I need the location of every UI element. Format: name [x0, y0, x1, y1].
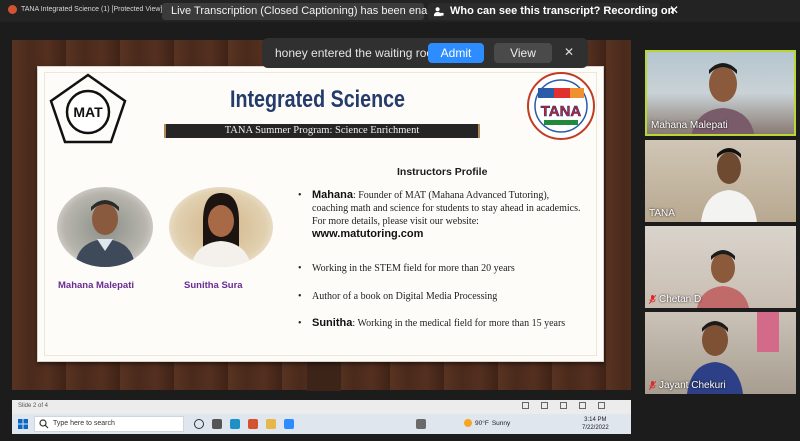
person-photo-icon: [75, 200, 135, 267]
taskbar-clock[interactable]: 3:14 PM 7/22/2022: [582, 416, 609, 432]
zoom-icon[interactable]: [284, 419, 294, 429]
waiting-room-message: honey entered the waiting room: [275, 46, 444, 60]
weather-desc: Sunny: [491, 419, 511, 427]
taskbar-search-input[interactable]: Type here to search: [34, 416, 184, 432]
close-notification-button[interactable]: ✕: [562, 45, 576, 59]
cortana-icon[interactable]: [194, 419, 204, 429]
slide-title: Integrated Science: [230, 86, 406, 113]
waiting-room-notification: honey entered the waiting room Admit Vie…: [262, 38, 588, 68]
person-lock-icon: [433, 7, 444, 17]
bullet-text: Author of a book on Digital Media Proces…: [312, 291, 498, 302]
slide-number: Slide 2 of 4: [18, 403, 49, 409]
view-button[interactable]: View: [494, 43, 552, 63]
slide-sorter-icon[interactable]: [579, 402, 586, 409]
clock-time: 3:14 PM: [584, 417, 607, 423]
who-can-see-link[interactable]: Who can see this transcript? Recording o…: [428, 3, 674, 20]
instructors-profile-heading: Instructors Profile: [397, 166, 488, 178]
bullet-bold: Sunitha: [312, 317, 353, 329]
slide-stand: [307, 361, 341, 391]
screen: TANA Integrated Science (1) [Protected V…: [0, 0, 800, 441]
ppt-status-bar: Slide 2 of 4: [12, 400, 631, 414]
participant-name: Jayant Chekuri: [649, 380, 726, 391]
bullet-dot: •: [298, 291, 302, 302]
participant-tile[interactable]: Jayant Chekuri: [645, 312, 796, 394]
weather-temp: 90°F: [475, 419, 489, 427]
sun-icon: [464, 419, 472, 427]
top-banner: TANA Integrated Science (1) [Protected V…: [0, 0, 800, 22]
participant-name: TANA: [649, 208, 675, 219]
person-photo-icon: [191, 193, 251, 267]
bullet-dot: •: [298, 263, 302, 274]
reading-view-icon[interactable]: [598, 402, 605, 409]
people-icon[interactable]: [416, 419, 426, 429]
windows-start-icon[interactable]: [18, 419, 28, 429]
instructor-name-mahana: Mahana Malepati: [58, 280, 135, 291]
search-icon: [39, 419, 49, 429]
file-explorer-icon[interactable]: [266, 419, 276, 429]
clock-date: 7/22/2022: [582, 425, 609, 431]
instructor-name-sunitha: Sunitha Sura: [184, 280, 243, 291]
powerpoint-icon: [8, 5, 17, 14]
windows-taskbar: Type here to search 90°F Sunny 3:14 PM 7…: [12, 414, 631, 434]
website-link[interactable]: www.matutoring.com: [312, 228, 423, 240]
participant-tile[interactable]: Mahana Malepati: [645, 50, 796, 136]
bullet-dot: •: [298, 318, 302, 329]
live-transcription-notice: Live Transcription (Closed Captioning) h…: [162, 3, 448, 20]
bullet-body: Mahana: Founder of MAT (Mahana Advanced …: [312, 189, 584, 241]
who-can-see-text: Who can see this transcript? Recording o…: [450, 5, 675, 17]
weather-widget[interactable]: 90°F Sunny: [464, 419, 510, 427]
next-slide-icon[interactable]: [541, 402, 548, 409]
tana-logo-text: TANA: [541, 103, 582, 120]
edge-icon[interactable]: [230, 419, 240, 429]
muted-mic-icon: [649, 295, 656, 304]
powerpoint-taskbar-icon[interactable]: [248, 419, 258, 429]
participant-name: Mahana Malepati: [651, 120, 728, 131]
muted-mic-icon: [649, 381, 656, 390]
mat-logo-text: MAT: [73, 104, 103, 120]
search-placeholder: Type here to search: [53, 420, 115, 427]
bullet-text: Working in the STEM field for more than …: [312, 263, 515, 274]
tana-logo: TANA: [527, 72, 595, 140]
bullet-bold: Mahana: [312, 189, 353, 201]
participant-tile[interactable]: Chetan D: [645, 226, 796, 308]
avatar-mahana: [57, 187, 153, 267]
bullet-dot: •: [298, 190, 302, 201]
participant-name: Chetan D: [649, 294, 701, 305]
close-banner-button[interactable]: ✕: [667, 3, 681, 17]
task-view-icon[interactable]: [212, 419, 222, 429]
bullet-text: : Working in the medical field for more …: [352, 318, 566, 329]
view-controls: [522, 402, 630, 412]
participant-tile[interactable]: TANA: [645, 140, 796, 222]
slide-subtitle: TANA Summer Program: Science Enrichment: [164, 124, 480, 138]
admit-button[interactable]: Admit: [428, 43, 484, 63]
normal-view-icon[interactable]: [560, 402, 567, 409]
bullet-text: : Founder of MAT (Mahana Advanced Tutori…: [312, 190, 581, 227]
bullet-body: Sunitha: Working in the medical field fo…: [312, 317, 584, 330]
mat-logo: MAT: [49, 73, 127, 144]
previous-slide-icon[interactable]: [522, 402, 529, 409]
avatar-sunitha: [169, 187, 273, 267]
